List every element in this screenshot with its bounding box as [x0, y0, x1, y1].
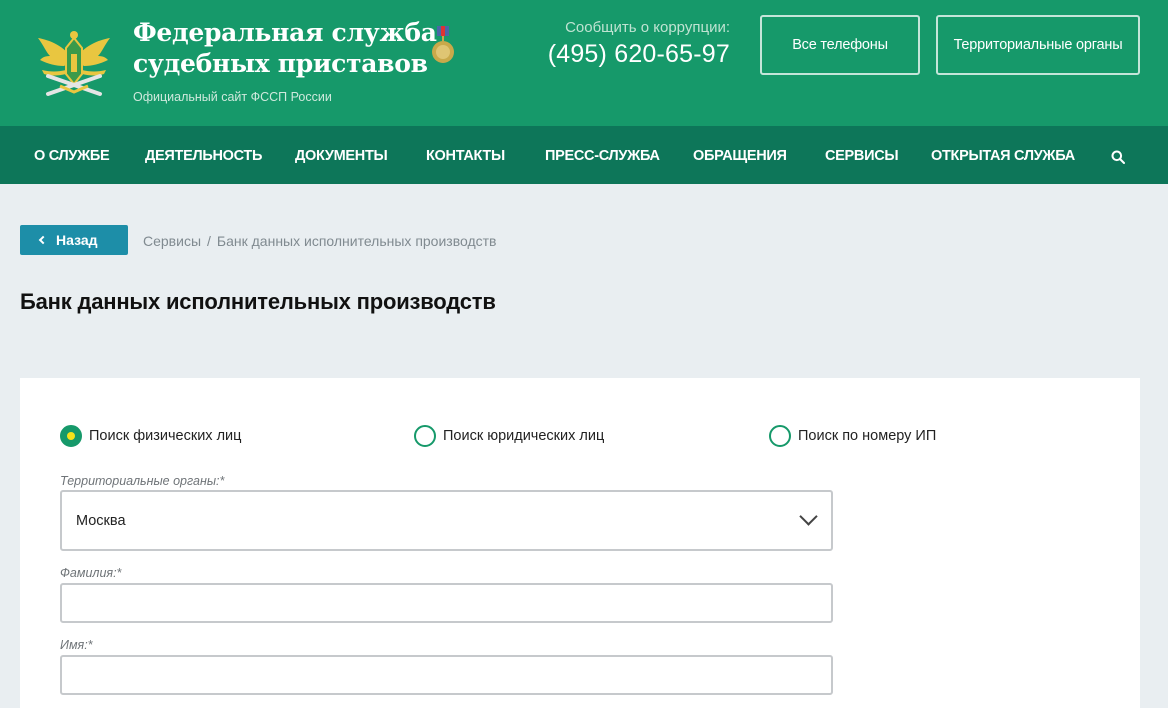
breadcrumb-item-services[interactable]: Сервисы	[143, 233, 201, 249]
nav-item-open-service[interactable]: ОТКРЫТАЯ СЛУЖБА	[931, 126, 1075, 184]
nav-item-appeals[interactable]: ОБРАЩЕНИЯ	[693, 126, 787, 184]
first-name-label: Имя:*	[60, 638, 93, 652]
medal-icon	[432, 26, 454, 63]
nav-item-services[interactable]: СЕРВИСЫ	[825, 126, 899, 184]
fssp-emblem-icon[interactable]	[36, 26, 112, 100]
radio-unchecked-icon	[414, 425, 436, 447]
site-header: Федеральная служба судебных приставов Оф…	[0, 0, 1168, 126]
territorial-bodies-label: Территориальные органы:*	[60, 474, 225, 488]
site-title-line1: Федеральная служба	[133, 18, 437, 47]
surname-input[interactable]	[60, 583, 833, 623]
radio-search-by-ip-number[interactable]: Поиск по номеру ИП	[769, 425, 936, 447]
surname-label: Фамилия:*	[60, 566, 122, 580]
all-phones-button[interactable]: Все телефоны	[760, 15, 920, 75]
back-button[interactable]: Назад	[20, 225, 128, 255]
search-icon[interactable]	[1111, 150, 1125, 164]
corruption-phone[interactable]: (495) 620-65-97	[500, 40, 730, 69]
nav-item-contacts[interactable]: КОНТАКТЫ	[426, 126, 505, 184]
radio-label: Поиск физических лиц	[89, 428, 242, 444]
breadcrumb: Сервисы / Банк данных исполнительных произ…	[143, 233, 497, 249]
site-title-line2: судебных приставов	[133, 49, 428, 78]
territorial-bodies-select[interactable]: Москва	[60, 490, 833, 551]
corruption-label: Сообщить о коррупции:	[565, 19, 730, 36]
radio-search-individuals[interactable]: Поиск физических лиц	[60, 425, 241, 447]
back-button-label: Назад	[56, 232, 98, 248]
breadcrumb-item-current: Банк данных исполнительных производств	[216, 233, 497, 249]
nav-item-documents[interactable]: ДОКУМЕНТЫ	[295, 126, 388, 184]
radio-label: Поиск юридических лиц	[443, 428, 605, 444]
main-nav: О СЛУЖБЕ ДЕЯТЕЛЬНОСТЬ ДОКУМЕНТЫ КОНТАКТЫ…	[0, 126, 1168, 184]
territorial-bodies-button[interactable]: Территориальные органы	[936, 15, 1140, 75]
nav-item-about[interactable]: О СЛУЖБЕ	[34, 126, 110, 184]
page-title: Банк данных исполнительных производств	[20, 289, 496, 314]
territorial-bodies-value: Москва	[76, 512, 126, 529]
chevron-down-icon	[799, 507, 818, 526]
chevron-left-icon	[38, 235, 48, 245]
first-name-input[interactable]	[60, 655, 833, 695]
nav-item-press[interactable]: ПРЕСС-СЛУЖБА	[545, 126, 660, 184]
site-title[interactable]: Федеральная служба судебных приставов	[133, 17, 437, 79]
radio-unchecked-icon	[769, 425, 791, 447]
breadcrumb-separator: /	[207, 233, 211, 249]
radio-checked-icon	[60, 425, 82, 447]
nav-item-activity[interactable]: ДЕЯТЕЛЬНОСТЬ	[145, 126, 262, 184]
radio-search-legal-entities[interactable]: Поиск юридических лиц	[414, 425, 604, 447]
radio-label: Поиск по номеру ИП	[798, 428, 937, 444]
site-subtitle: Официальный сайт ФССП России	[133, 90, 332, 104]
